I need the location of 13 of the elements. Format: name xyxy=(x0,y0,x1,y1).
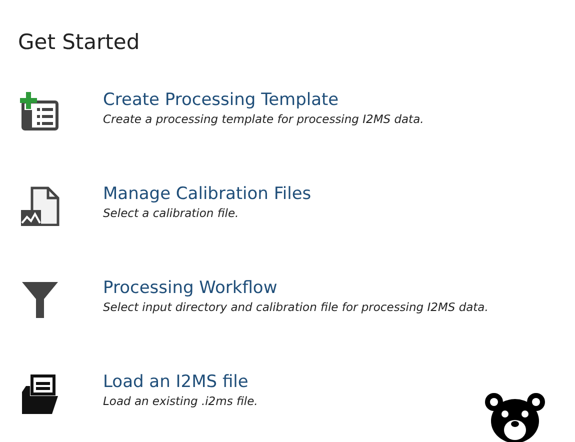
open-folder-icon xyxy=(20,374,60,414)
action-link[interactable]: Create Processing Template xyxy=(103,90,424,110)
action-description: Create a processing template for processing I2MS data. xyxy=(103,112,424,126)
action-link[interactable]: Load an I2MS file xyxy=(103,372,258,392)
action-link[interactable]: Processing Workflow xyxy=(103,278,488,298)
page-title: Get Started xyxy=(17,29,141,54)
action-description: Select a calibration file. xyxy=(103,206,240,220)
action-link[interactable]: Manage Calibration Files xyxy=(103,184,312,204)
action-description: Select input directory and calibration file for processing I2MS data. xyxy=(103,300,488,314)
document-chart-icon xyxy=(20,186,60,226)
filter-icon xyxy=(20,280,60,320)
template-add-icon xyxy=(20,92,60,132)
action-description: Load an existing .i2ms file. xyxy=(103,394,258,408)
